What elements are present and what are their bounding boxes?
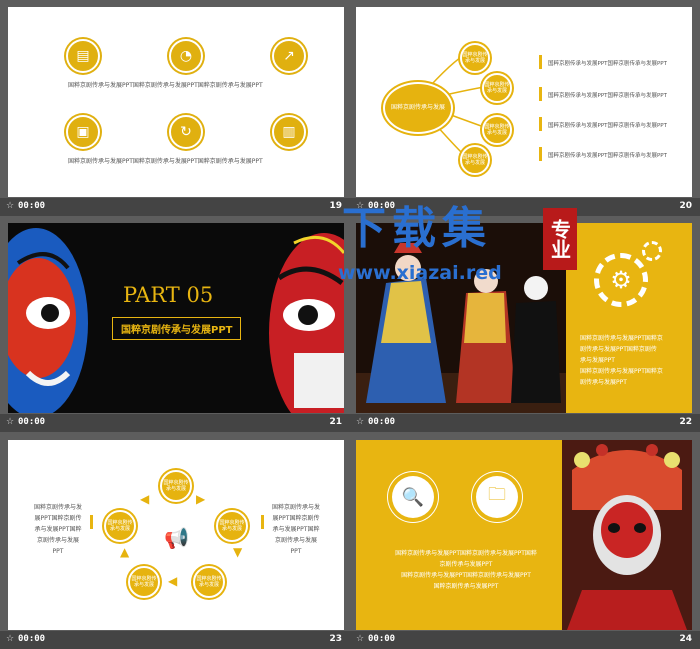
slide-22-bar: ☆ 00:00 22 xyxy=(350,414,700,432)
gear-icon: ⚙ xyxy=(594,253,648,307)
item-marker-4 xyxy=(539,147,542,161)
line-5: 剧传承与发展PPT xyxy=(580,379,627,386)
slide-23[interactable]: 国粹京剧传承与发 展PPT国粹京剧传 承与发展PPT国粹 京剧传承与发展 PPT… xyxy=(8,440,344,630)
right-line: 国粹京剧传承与发 xyxy=(271,504,320,511)
slide-number: 19 xyxy=(329,201,342,211)
body-text: 国粹京剧传承与发展PPT国粹京 剧传承与发展PPT国粹京剧传 承与发展PPT 国… xyxy=(580,333,663,388)
left-marker xyxy=(90,515,93,529)
slide-19-bar: ☆ 00:00 19 xyxy=(0,198,350,216)
part-title: PART 05 xyxy=(123,283,214,307)
line-1: 国粹京剧传承与发展PPT国粹京剧传承与发展PPT国粹 xyxy=(395,550,537,557)
line-2: 京剧传承与发展PPT xyxy=(439,561,493,568)
document-search-icon: 🔍 xyxy=(392,476,434,518)
list-item-3: 国粹京剧传承与发展PPT国粹京剧传承与发展PPT xyxy=(548,123,667,129)
slide-23-bar: ☆ 00:00 23 xyxy=(0,631,350,649)
star-icon: ☆ xyxy=(6,417,15,427)
star-icon: ☆ xyxy=(356,634,365,644)
star-icon: ☆ xyxy=(356,417,365,427)
cycle-node-4: 国粹京剧传承与发展 xyxy=(128,566,160,598)
chart-icon: ▤ xyxy=(66,39,100,73)
right-line: 展PPT国粹京剧传 xyxy=(272,515,320,522)
line-4: 国粹京剧传承与发展PPT国粹京 xyxy=(580,368,663,375)
body-text: 国粹京剧传承与发展PPT国粹京剧传承与发展PPT国粹 京剧传承与发展PPT 国粹… xyxy=(376,548,556,592)
left-line: 京剧传承与发展 xyxy=(36,537,79,544)
cycle-node-2: 国粹京剧传承与发展 xyxy=(104,510,136,542)
megaphone-icon: 📢 xyxy=(164,526,189,550)
arrow-2: ▼ xyxy=(233,545,243,559)
left-text: 国粹京剧传承与发 展PPT国粹京剧传 承与发展PPT国粹 京剧传承与发展 PPT xyxy=(28,502,88,557)
watermark-url: www.xiazai.red xyxy=(338,262,502,284)
cycle-node-3: 国粹京剧传承与发展 xyxy=(216,510,248,542)
cycle-node-5: 国粹京剧传承与发展 xyxy=(193,566,225,598)
left-line: 国粹京剧传承与发 xyxy=(33,504,82,511)
star-icon: ☆ xyxy=(6,634,15,644)
item-marker-2 xyxy=(539,87,542,101)
bar-chart-icon: ▥ xyxy=(272,115,306,149)
watermark-title: 下载集 xyxy=(342,203,492,254)
arrow-1: ▶ xyxy=(196,492,206,506)
slide-24-bar: ☆ 00:00 24 xyxy=(350,631,700,649)
right-line: 承与发展PPT国粹 xyxy=(272,526,320,533)
trend-icon: ↗ xyxy=(272,39,306,73)
caption-row-2: 国粹京剧传承与发展PPT国粹京剧传承与发展PPT国粹京剧传承与发展PPT xyxy=(68,158,263,165)
item-marker-3 xyxy=(539,117,542,131)
watermark-badge: 专业 xyxy=(543,208,577,270)
slide-time: 00:00 xyxy=(368,634,396,644)
line-3: 承与发展PPT xyxy=(580,357,615,364)
pie-chart-icon: ◔ xyxy=(169,39,203,73)
slide-number: 20 xyxy=(679,201,692,211)
opera-mask-photo xyxy=(562,440,692,630)
slide-time: 00:00 xyxy=(18,201,46,211)
line-1: 国粹京剧传承与发展PPT国粹京 xyxy=(580,335,663,342)
caption-row-1: 国粹京剧传承与发展PPT国粹京剧传承与发展PPT国粹京剧传承与发展PPT xyxy=(68,82,263,89)
star-icon: ☆ xyxy=(6,201,15,211)
cycle-node-1: 国粹京剧传承与发展 xyxy=(160,470,192,502)
slide-number: 23 xyxy=(329,634,342,644)
left-line: 承与发展PPT国粹 xyxy=(34,526,82,533)
opera-mask-left xyxy=(8,228,88,413)
opera-mask-right xyxy=(269,233,344,413)
node-2: 国粹京剧传承与发展 xyxy=(482,73,512,103)
slide-number: 24 xyxy=(679,634,692,644)
small-gear-icon xyxy=(642,241,662,261)
slide-20[interactable]: 国粹京剧传承与发展 国粹京剧传承与发展 国粹京剧传承与发展 国粹京剧传承与发展 … xyxy=(356,7,692,197)
list-item-1: 国粹京剧传承与发展PPT国粹京剧传承与发展PPT xyxy=(548,61,667,67)
line-2: 剧传承与发展PPT国粹京剧传 xyxy=(580,346,657,353)
left-line: 展PPT国粹京剧传 xyxy=(34,515,82,522)
line-4: 国粹京剧传承与发展PPT xyxy=(433,583,499,590)
folder-icon: 🗀 xyxy=(476,476,518,518)
refresh-icon: ↻ xyxy=(169,115,203,149)
part-subtitle: 国粹京剧传承与发展PPT xyxy=(112,317,242,340)
item-marker-1 xyxy=(539,55,542,69)
center-node: 国粹京剧传承与发展 xyxy=(383,82,453,134)
slide-number: 22 xyxy=(679,417,692,427)
list-item-2: 国粹京剧传承与发展PPT国粹京剧传承与发展PPT xyxy=(548,93,667,99)
presentation-icon: ▣ xyxy=(66,115,100,149)
right-line: 京剧传承与发展 xyxy=(274,537,317,544)
slide-19[interactable]: ▤ ◔ ↗ 国粹京剧传承与发展PPT国粹京剧传承与发展PPT国粹京剧传承与发展P… xyxy=(8,7,344,197)
slide-time: 00:00 xyxy=(368,417,396,427)
arrow-4: ▲ xyxy=(120,545,130,559)
right-line: PPT xyxy=(290,548,302,555)
slide-24[interactable]: 🔍 🗀 国粹京剧传承与发展PPT国粹京剧传承与发展PPT国粹 京剧传承与发展PP… xyxy=(356,440,692,630)
slide-21-bar: ☆ 00:00 21 xyxy=(0,414,350,432)
node-1: 国粹京剧传承与发展 xyxy=(460,43,490,73)
line-3: 国粹京剧传承与发展PPT国粹京剧传承与发展PPT xyxy=(401,572,531,579)
slide-time: 00:00 xyxy=(18,634,46,644)
arrow-5: ◀ xyxy=(140,492,150,506)
slide-21[interactable]: PART 05 国粹京剧传承与发展PPT xyxy=(8,223,344,413)
right-text: 国粹京剧传承与发 展PPT国粹京剧传 承与发展PPT国粹 京剧传承与发展 PPT xyxy=(266,502,326,557)
slide-time: 00:00 xyxy=(18,417,46,427)
left-line: PPT xyxy=(52,548,64,555)
node-3: 国粹京剧传承与发展 xyxy=(482,115,512,145)
list-item-4: 国粹京剧传承与发展PPT国粹京剧传承与发展PPT xyxy=(548,153,667,159)
node-4: 国粹京剧传承与发展 xyxy=(460,145,490,175)
slide-number: 21 xyxy=(329,417,342,427)
arrow-3: ◀ xyxy=(168,574,178,588)
right-marker xyxy=(261,515,264,529)
